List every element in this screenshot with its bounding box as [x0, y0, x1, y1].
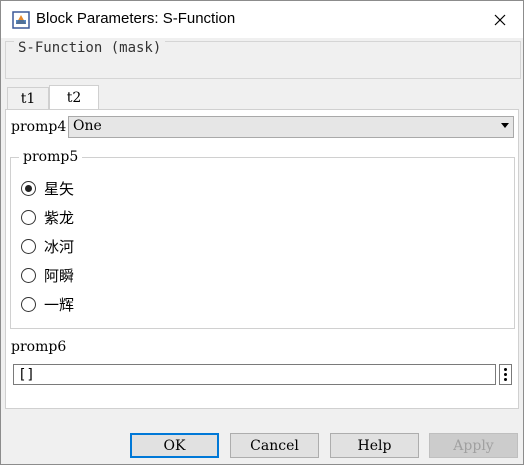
- radio-option-label: 星矢: [44, 179, 75, 198]
- tab-panel-t2: promp4 One promp5 星矢 紫龙 冰河 阿瞬 一辉 promp6 …: [5, 109, 519, 409]
- simulink-block-icon: [12, 11, 30, 29]
- apply-button[interactable]: Apply: [429, 433, 518, 458]
- radio-option-5[interactable]: 一辉: [21, 294, 74, 314]
- radio-button[interactable]: [21, 296, 36, 312]
- radio-selected-dot: [25, 184, 32, 192]
- radio-option-4[interactable]: 阿瞬: [21, 265, 74, 285]
- radio-option-3[interactable]: 冰河: [21, 236, 74, 256]
- promp5-radio-group: promp5 星矢 紫龙 冰河 阿瞬 一辉: [10, 149, 515, 329]
- tab-t1[interactable]: t1: [7, 87, 49, 110]
- promp4-dropdown[interactable]: One: [68, 116, 514, 138]
- radio-button[interactable]: [21, 238, 36, 254]
- close-button[interactable]: [477, 1, 523, 38]
- mask-title: S-Function (mask): [14, 40, 166, 56]
- mask-description-group: S-Function (mask): [5, 40, 521, 79]
- radio-option-label: 紫龙: [44, 208, 75, 227]
- title-bar: Block Parameters: S-Function: [1, 1, 523, 38]
- ok-button[interactable]: OK: [130, 433, 219, 458]
- cancel-button[interactable]: Cancel: [230, 433, 319, 458]
- help-button[interactable]: Help: [330, 433, 419, 458]
- radio-button[interactable]: [21, 267, 36, 283]
- radio-option-2[interactable]: 紫龙: [21, 207, 74, 227]
- dialog-window: Block Parameters: S-Function S-Function …: [0, 0, 524, 465]
- radio-option-label: 冰河: [44, 237, 75, 256]
- window-title: Block Parameters: S-Function: [36, 10, 236, 27]
- radio-option-label: 阿瞬: [44, 266, 75, 285]
- radio-button[interactable]: [21, 180, 36, 196]
- tab-t2[interactable]: t2: [49, 85, 99, 110]
- promp6-label: promp6: [11, 339, 67, 355]
- radio-option-1[interactable]: 星矢: [21, 178, 74, 198]
- radio-button[interactable]: [21, 209, 36, 225]
- close-icon: [494, 14, 506, 25]
- promp4-label: promp4: [11, 119, 67, 135]
- more-vertical-icon[interactable]: [499, 364, 512, 385]
- promp4-selected-value: One: [73, 118, 102, 134]
- radio-option-label: 一辉: [44, 295, 75, 314]
- chevron-down-icon: [501, 123, 509, 128]
- promp6-input[interactable]: []: [13, 364, 496, 385]
- promp5-label: promp5: [19, 149, 83, 165]
